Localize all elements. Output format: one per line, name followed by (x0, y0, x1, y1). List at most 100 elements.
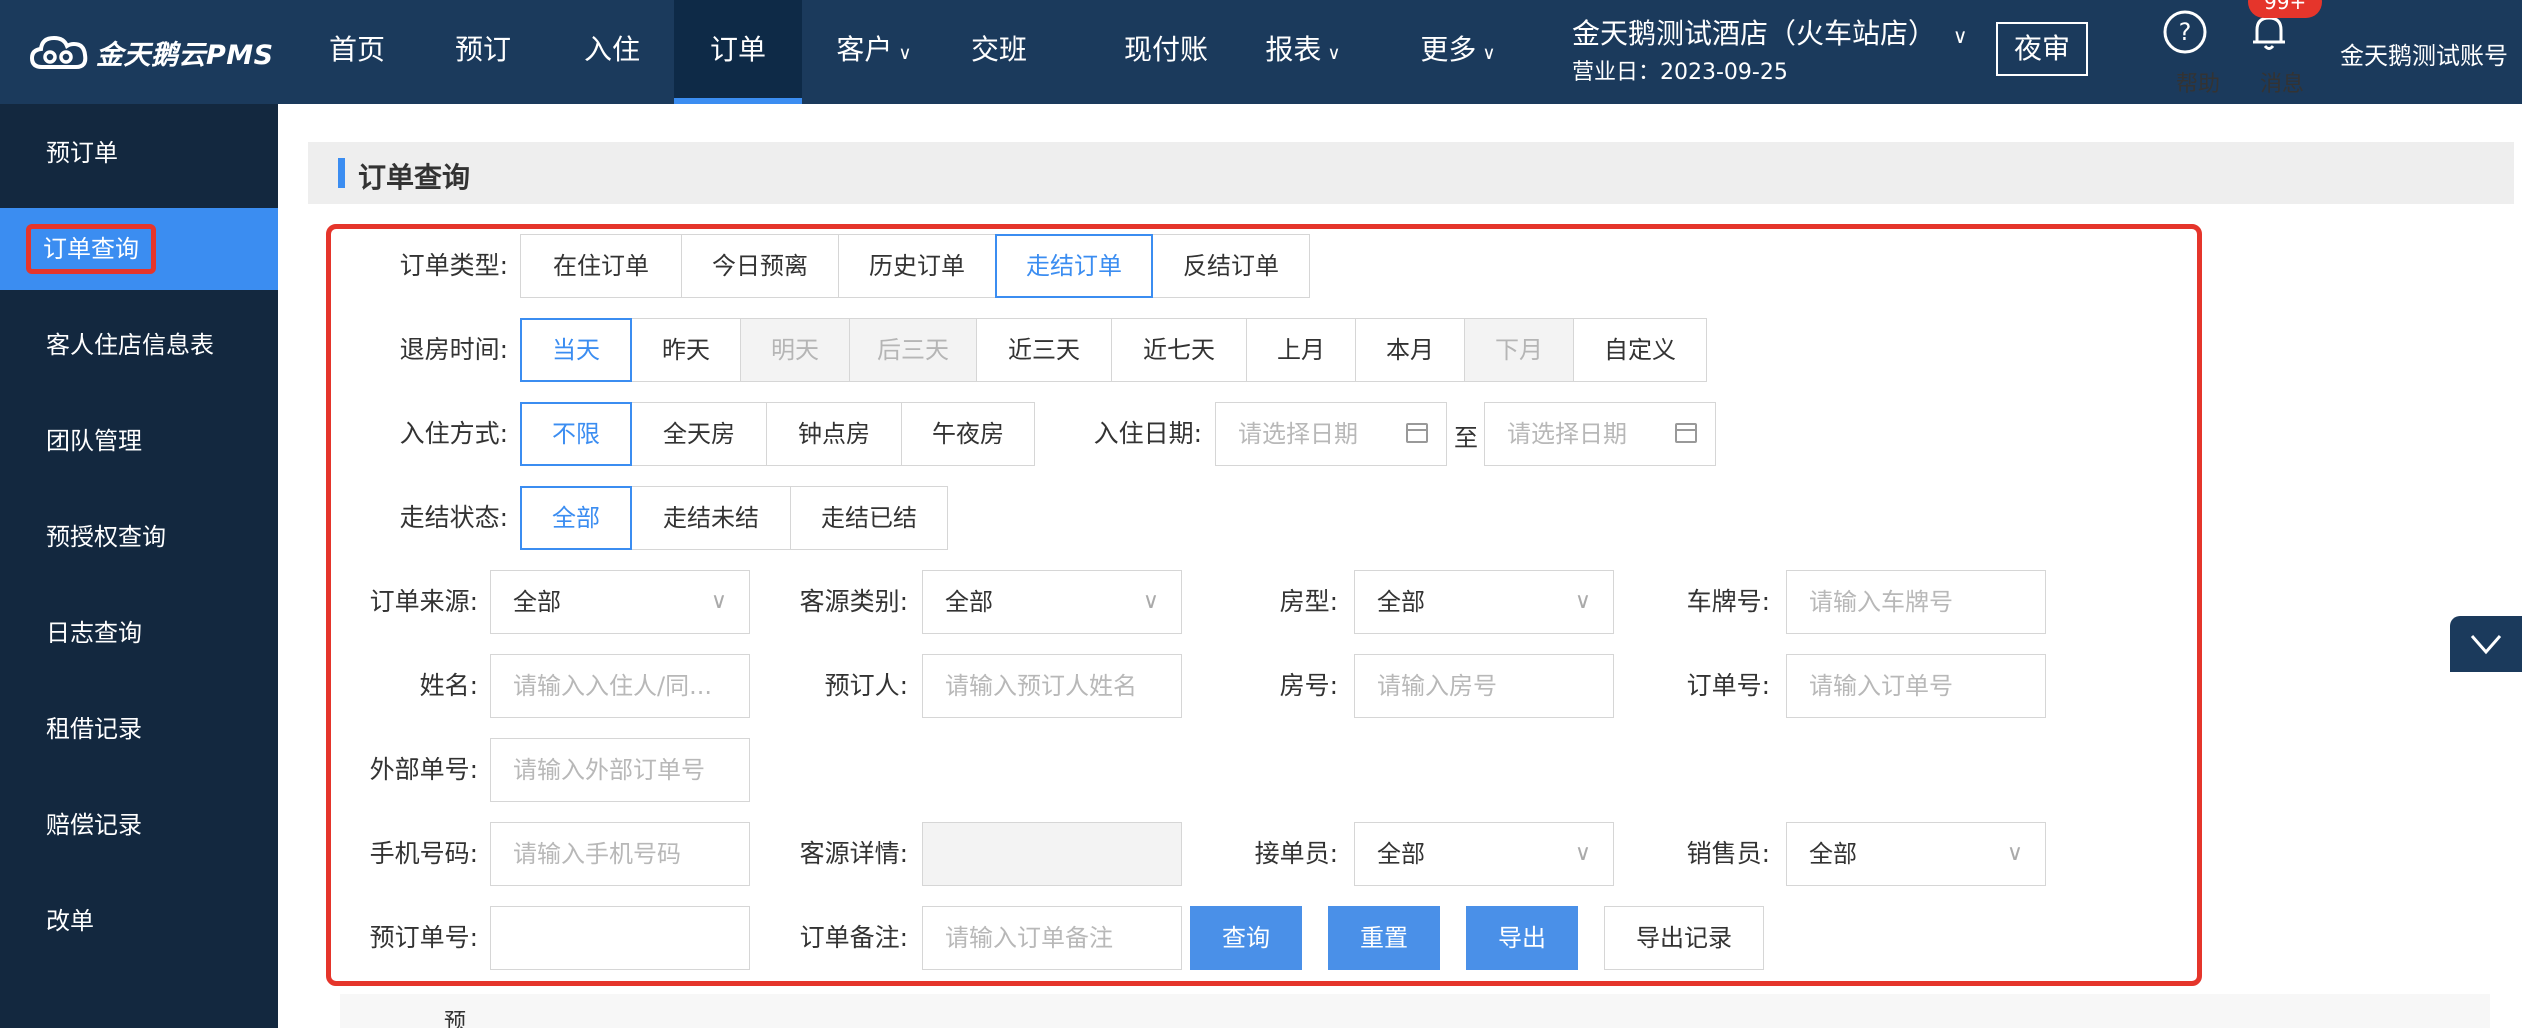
checkin-date-start[interactable]: 请选择日期 (1215, 402, 1447, 466)
segment-option[interactable]: 今日预离 (681, 234, 839, 298)
collapse-toggle[interactable] (2450, 616, 2522, 672)
nav-item-label: 入住 (583, 33, 640, 66)
results-table-header: 预 (340, 994, 2490, 1028)
segment-option[interactable]: 钟点房 (766, 402, 902, 466)
segment-option[interactable]: 近七天 (1111, 318, 1247, 382)
help-button[interactable]: ? 帮助 (2150, 8, 2220, 98)
guest-detail-label: 客源详情: (799, 839, 908, 868)
cloud-logo-icon (30, 35, 88, 69)
order-no-input[interactable]: 请输入订单号 (1786, 654, 2046, 718)
sidebar-item[interactable]: 预授权查询 (0, 496, 278, 578)
checkin-date-end[interactable]: 请选择日期 (1484, 402, 1716, 466)
chevron-down-icon: ∨ (710, 589, 727, 614)
nav-item[interactable]: 客户 ∨ (812, 0, 936, 104)
room-no-label: 房号: (1279, 671, 1338, 700)
external-no-input[interactable]: 请输入外部订单号 (490, 738, 750, 802)
sidebar-item-label: 预授权查询 (46, 523, 166, 551)
nav-item[interactable]: 订单 (674, 0, 802, 104)
messages-button[interactable]: 消息 (2234, 8, 2304, 98)
chevron-down-icon: ∨ (898, 43, 912, 64)
room-no-placeholder: 请输入房号 (1377, 672, 1497, 700)
segment-option: 下月 (1464, 318, 1574, 382)
segment-option[interactable]: 走结订单 (995, 234, 1153, 298)
segment-option[interactable]: 全部 (520, 486, 632, 550)
nav-item[interactable]: 现付账 (1086, 0, 1246, 104)
guest-type-select[interactable]: 全部 ∨ (922, 570, 1182, 634)
sidebar-item[interactable]: 租借记录 (0, 688, 278, 770)
sidebar-item[interactable]: 订单查询 (0, 208, 278, 290)
segment-option[interactable]: 自定义 (1573, 318, 1707, 382)
segment-option[interactable]: 走结已结 (790, 486, 948, 550)
account-menu[interactable]: 金天鹅测试账号 (2340, 36, 2508, 71)
phone-input[interactable]: 请输入手机号码 (490, 822, 750, 886)
segment-option[interactable]: 全天房 (631, 402, 767, 466)
segment-option[interactable]: 本月 (1355, 318, 1465, 382)
segment-option[interactable]: 午夜房 (901, 402, 1035, 466)
query-button[interactable]: 查询 (1190, 906, 1302, 970)
guest-type-label: 客源类别: (799, 587, 908, 616)
segment-option[interactable]: 走结未结 (631, 486, 791, 550)
name-label: 姓名: (419, 671, 478, 700)
top-nav-bar: 金天鹅云PMS 首页 预订 入住 订单 客户 ∨ 交班 现付账 报表 ∨ 更多 ∨ 金天鹅测试酒店（火… (0, 0, 2522, 104)
phone-placeholder: 请输入手机号码 (513, 840, 681, 868)
external-no-label: 外部单号: (369, 755, 478, 784)
order-no-label: 订单号: (1686, 671, 1770, 700)
nav-item[interactable]: 报表 ∨ (1240, 0, 1366, 104)
sidebar-item[interactable]: 客人住店信息表 (0, 304, 278, 386)
chevron-down-icon: ∨ (1327, 43, 1341, 64)
checkin-date-end-placeholder: 请选择日期 (1507, 420, 1627, 448)
date-range-separator: 至 (1454, 424, 1478, 452)
export-button[interactable]: 导出 (1466, 906, 1578, 970)
nav-item[interactable]: 交班 (944, 0, 1054, 104)
sidebar-item-label: 租借记录 (46, 715, 142, 743)
nav-item-label: 现付账 (1123, 33, 1208, 66)
booking-no-input[interactable] (490, 906, 750, 970)
segment-option[interactable]: 近三天 (976, 318, 1112, 382)
segment-option[interactable]: 昨天 (631, 318, 741, 382)
segment-option[interactable]: 上月 (1246, 318, 1356, 382)
sidebar-item-label: 改单 (46, 907, 94, 935)
sidebar-item[interactable]: 赔偿记录 (0, 784, 278, 866)
plate-input[interactable]: 请输入车牌号 (1786, 570, 2046, 634)
sidebar-item[interactable]: 团队管理 (0, 400, 278, 482)
segment-option[interactable]: 反结订单 (1152, 234, 1310, 298)
nav-item[interactable]: 预订 (428, 0, 538, 104)
brand-logo[interactable]: 金天鹅云PMS (30, 28, 274, 76)
segment-option[interactable]: 历史订单 (838, 234, 996, 298)
hotel-selector[interactable]: 金天鹅测试酒店（火车站店） ∨ (1572, 12, 1968, 52)
export-log-button[interactable]: 导出记录 (1604, 906, 1764, 970)
checkout-time-label: 退房时间: (399, 335, 508, 364)
night-audit-button[interactable]: 夜审 (1996, 22, 2088, 76)
order-source-select[interactable]: 全部 ∨ (490, 570, 750, 634)
room-no-input[interactable]: 请输入房号 (1354, 654, 1614, 718)
order-source-value: 全部 (513, 588, 561, 616)
salesperson-select[interactable]: 全部 ∨ (1786, 822, 2046, 886)
reset-button[interactable]: 重置 (1328, 906, 1440, 970)
room-type-select[interactable]: 全部 ∨ (1354, 570, 1614, 634)
receiver-select[interactable]: 全部 ∨ (1354, 822, 1614, 886)
remark-placeholder: 请输入订单备注 (945, 924, 1113, 952)
nav-item[interactable]: 首页 (298, 0, 416, 104)
plate-label: 车牌号: (1686, 587, 1770, 616)
segment-option: 明天 (740, 318, 850, 382)
sidebar-item[interactable]: 日志查询 (0, 592, 278, 674)
chevron-down-icon: ∨ (1574, 841, 1591, 866)
guest-name-input[interactable]: 请输入入住人/同... (490, 654, 750, 718)
nav-item[interactable]: 更多 ∨ (1392, 0, 1524, 104)
sidebar-item-label: 客人住店信息表 (46, 331, 214, 359)
booker-placeholder: 请输入预订人姓名 (945, 672, 1137, 700)
sidebar-item[interactable]: 预订单 (0, 112, 278, 194)
booker-input[interactable]: 请输入预订人姓名 (922, 654, 1182, 718)
nav-item-label: 首页 (328, 33, 385, 66)
segment-option[interactable]: 当天 (520, 318, 632, 382)
sidebar-item[interactable]: 改单 (0, 880, 278, 962)
remark-input[interactable]: 请输入订单备注 (922, 906, 1182, 970)
sidebar-item-label: 日志查询 (46, 619, 142, 647)
guest-type-value: 全部 (945, 588, 993, 616)
business-day: 营业日：2023-09-25 (1572, 60, 1788, 85)
nav-item[interactable]: 入住 (556, 0, 668, 104)
calendar-icon (1406, 423, 1428, 443)
segment-option[interactable]: 不限 (520, 402, 632, 466)
guest-name-placeholder: 请输入入住人/同... (513, 672, 712, 700)
segment-option[interactable]: 在住订单 (520, 234, 682, 298)
